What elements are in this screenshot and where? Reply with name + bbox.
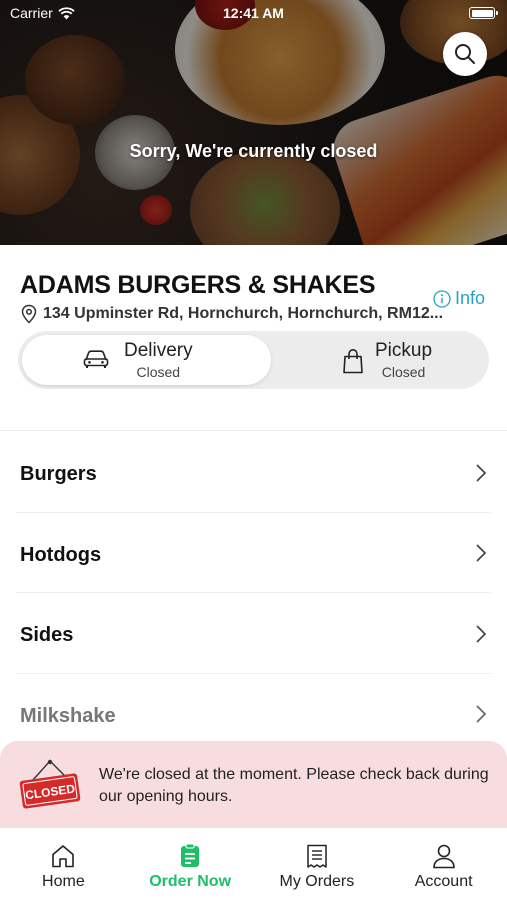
category-item-sides[interactable]: Sides xyxy=(0,592,507,673)
tab-home[interactable]: Home xyxy=(0,828,127,900)
status-bar: Carrier 12:41 AM xyxy=(0,0,507,26)
category-item-hotdogs[interactable]: Hotdogs xyxy=(0,511,507,593)
chevron-right-icon xyxy=(476,464,487,482)
delivery-label: Delivery xyxy=(124,340,193,361)
tab-label: My Orders xyxy=(279,873,355,890)
location-pin-icon xyxy=(21,304,37,324)
tab-bar: Home Order Now My Orders Account xyxy=(0,827,507,900)
pickup-label: Pickup xyxy=(375,340,433,361)
closed-message: Sorry, We're currently closed xyxy=(129,141,378,161)
delivery-option[interactable]: Delivery Closed xyxy=(22,335,271,385)
tab-my-orders[interactable]: My Orders xyxy=(254,828,381,900)
tab-order-now[interactable]: Order Now xyxy=(127,828,254,900)
pickup-status: Closed xyxy=(381,364,426,380)
car-icon xyxy=(83,350,109,368)
restaurant-name: ADAMS BURGERS & SHAKES xyxy=(20,271,376,299)
user-icon xyxy=(432,844,455,869)
closed-banner-message: We're closed at the moment. Please check… xyxy=(99,766,489,805)
tab-label: Order Now xyxy=(149,873,232,890)
receipt-icon xyxy=(307,844,327,868)
chevron-right-icon xyxy=(476,544,487,562)
tab-account[interactable]: Account xyxy=(380,828,507,900)
tab-label: Account xyxy=(414,873,473,890)
search-icon xyxy=(455,44,475,64)
info-label: Info xyxy=(455,288,486,308)
delivery-status: Closed xyxy=(136,364,181,380)
category-item-burgers[interactable]: Burgers xyxy=(0,431,507,512)
closed-sign-icon: CLOSED xyxy=(19,759,81,809)
chevron-right-icon xyxy=(476,625,487,643)
battery-icon xyxy=(469,7,498,19)
closed-banner: CLOSED We're closed at the moment. Pleas… xyxy=(0,741,507,833)
pickup-option[interactable]: Pickup Closed xyxy=(271,335,485,385)
category-label: Milkshake xyxy=(20,704,116,727)
category-label: Sides xyxy=(20,624,74,647)
hero-overlay xyxy=(0,0,507,245)
restaurant-address: 134 Upminster Rd, Hornchurch, Hornchurch… xyxy=(20,304,448,324)
category-list: Burgers Hotdogs Sides Milkshake xyxy=(0,431,507,753)
hero-banner: Sorry, We're currently closed xyxy=(0,0,507,245)
home-icon xyxy=(52,845,75,868)
category-label: Burgers xyxy=(20,463,97,486)
clock: 12:41 AM xyxy=(223,5,284,21)
order-mode-toggle: Delivery Closed Pickup Closed xyxy=(18,331,489,389)
chevron-right-icon xyxy=(476,705,487,723)
search-button[interactable] xyxy=(443,32,487,76)
order-icon xyxy=(181,843,200,867)
tab-label: Home xyxy=(42,873,85,890)
shopping-bag-icon xyxy=(343,348,363,374)
address-text: 134 Upminster Rd, Hornchurch, Hornchurch… xyxy=(43,305,444,322)
category-label: Hotdogs xyxy=(20,543,102,566)
